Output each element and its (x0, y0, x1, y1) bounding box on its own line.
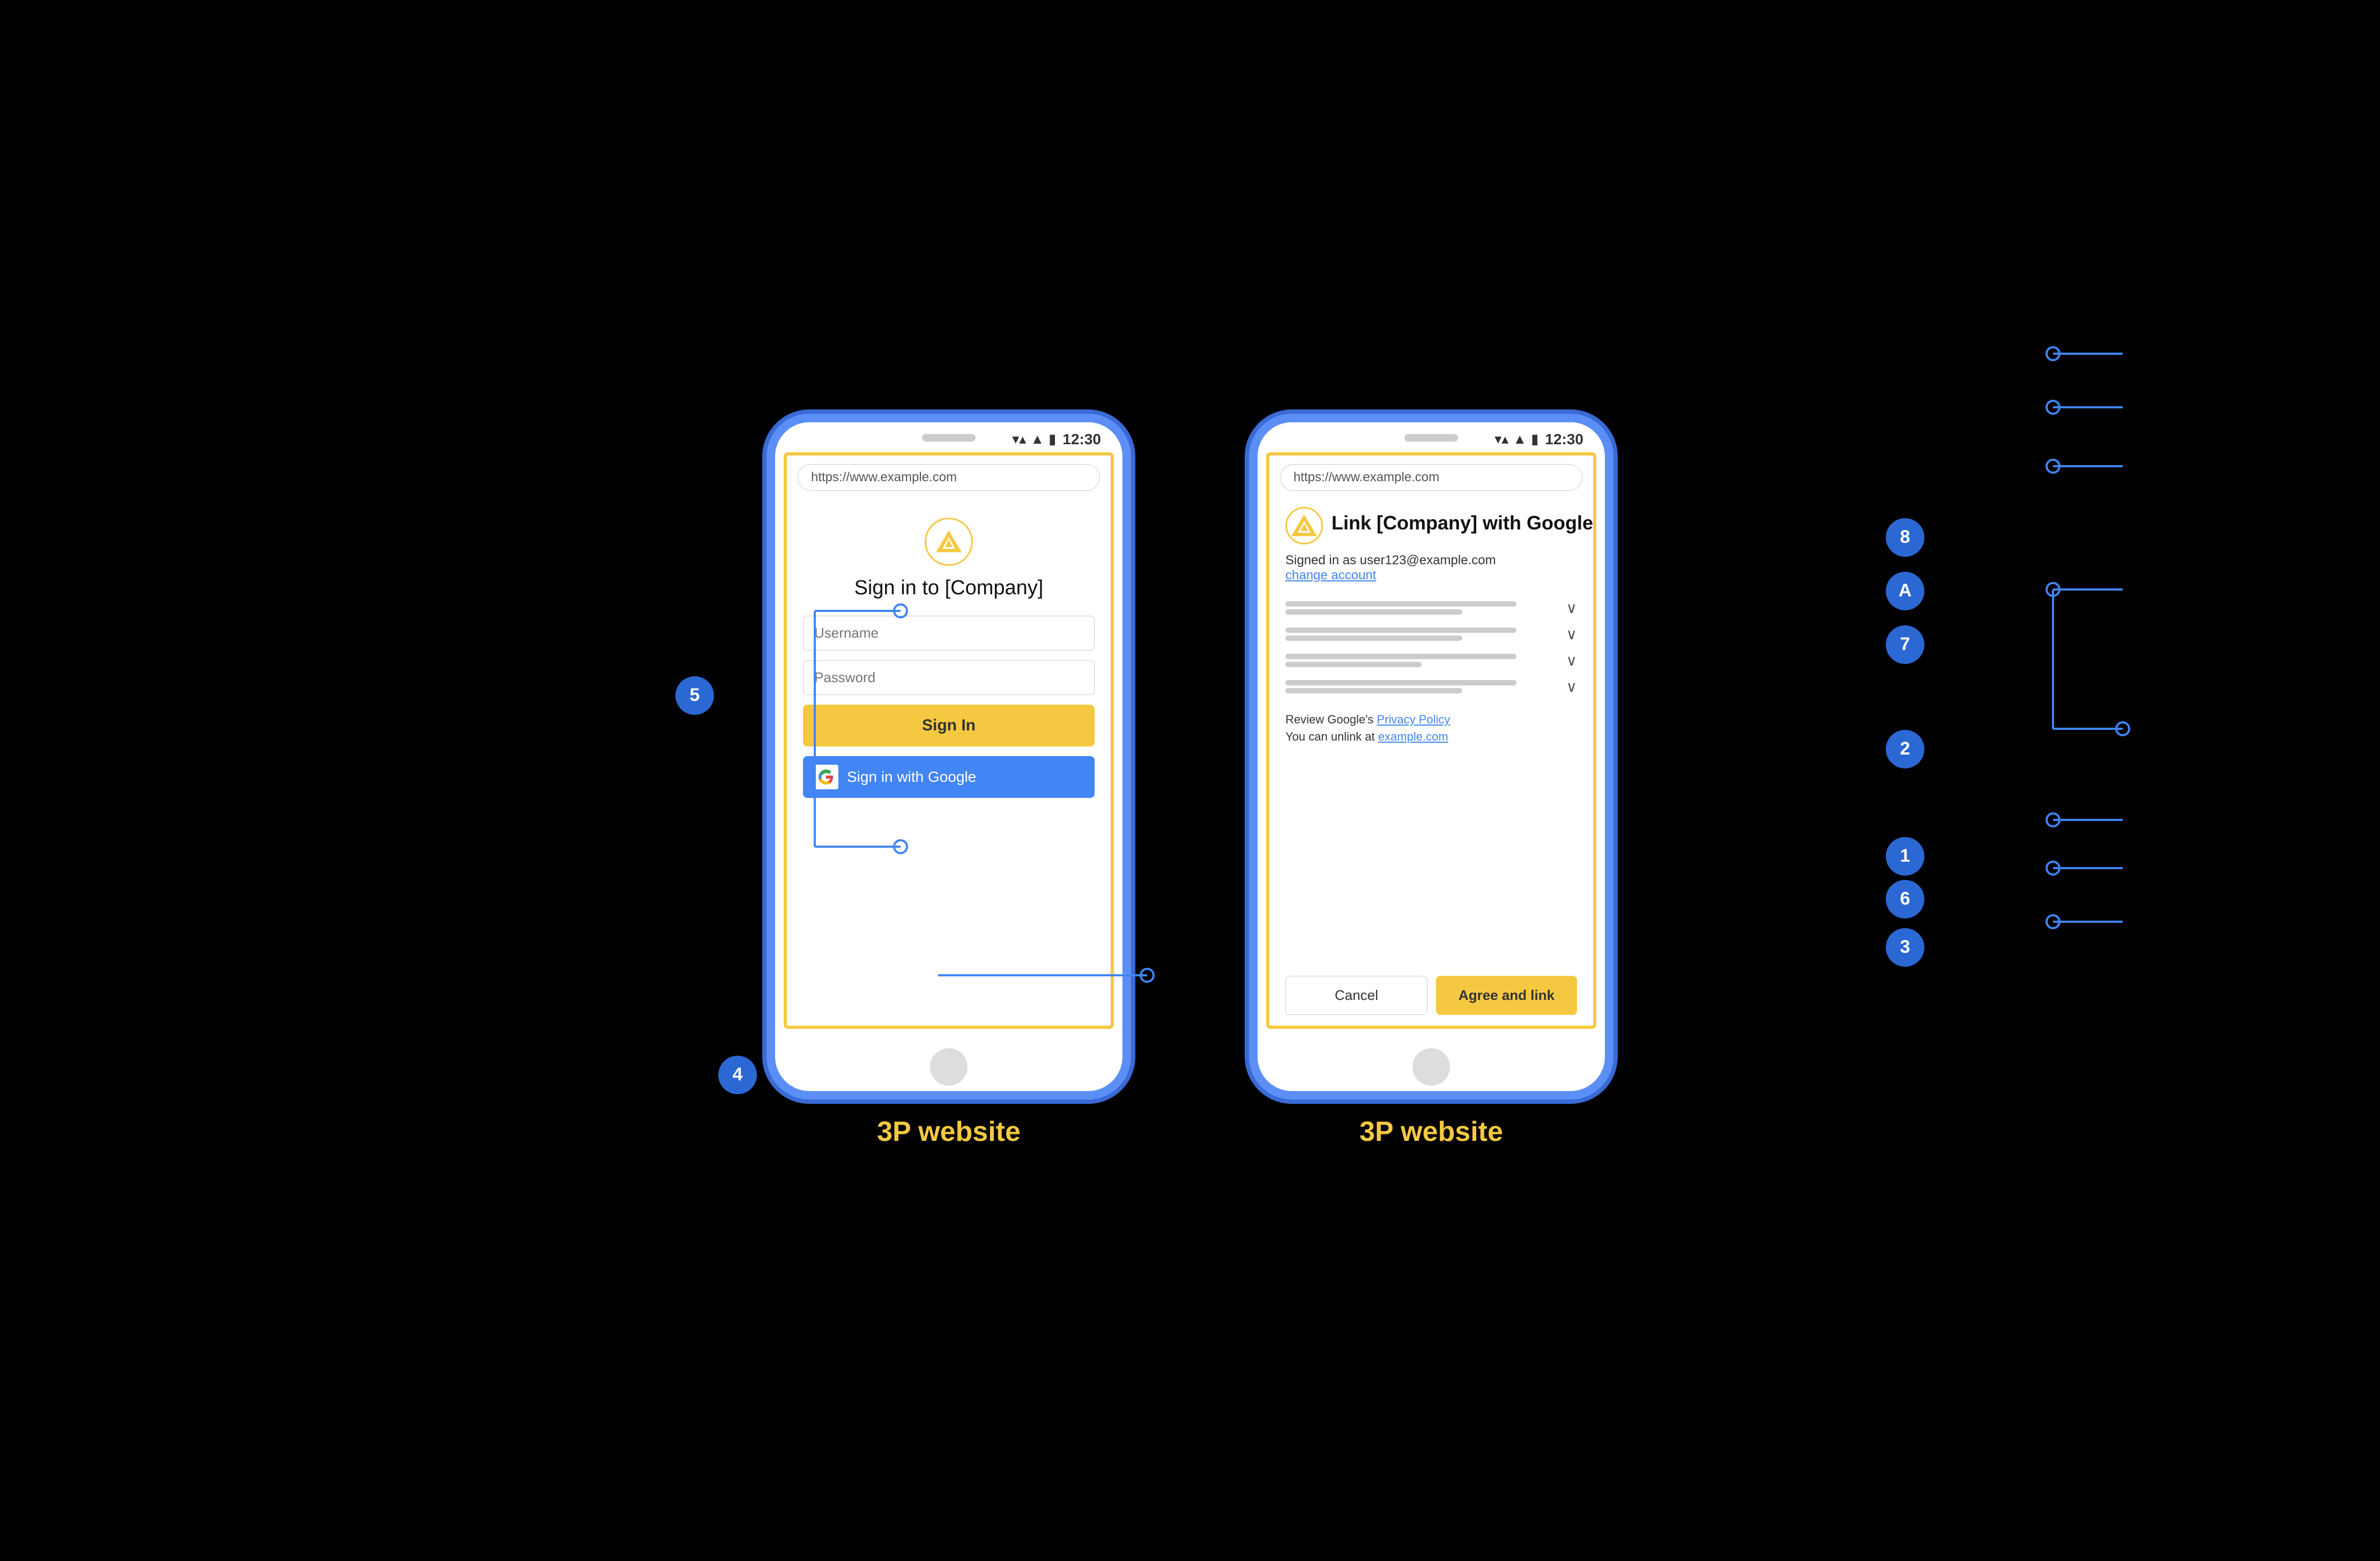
sign-in-button[interactable]: Sign In (803, 705, 1095, 746)
phone2-label: 3P website (1359, 1116, 1503, 1148)
phone2-company-logo (1285, 507, 1323, 544)
perm-line (1285, 680, 1516, 685)
chevron-icon-2[interactable]: ∨ (1566, 625, 1578, 643)
battery-icon2: ▮ (1531, 431, 1538, 447)
unlink-text: You can unlink at example.com (1285, 730, 1577, 744)
perm-line (1285, 662, 1422, 667)
signal-icon2: ▲ (1513, 431, 1527, 447)
permission-lines-4 (1285, 680, 1558, 693)
phone1-title: Sign in to [Company] (803, 577, 1095, 600)
phone1-company-logo (925, 518, 973, 566)
perm-line (1285, 601, 1516, 607)
username-input[interactable] (803, 616, 1095, 651)
permissions-section: ∨ ∨ (1285, 599, 1577, 704)
signal-icon: ▲ (1030, 431, 1044, 447)
phone2-screen: https://www.example.com Link [ (1266, 452, 1596, 1029)
phone2-url-container: https://www.example.com (1269, 455, 1593, 496)
phone1-status-bar: ▾▴ ▲ ▮ 12:30 (775, 422, 1122, 452)
change-account-link[interactable]: change account (1285, 568, 1376, 582)
perm-line (1285, 654, 1516, 659)
permission-row-2: ∨ (1285, 625, 1577, 643)
privacy-text: Review Google's Privacy Policy (1285, 713, 1577, 727)
triangle-logo-icon2 (1291, 512, 1318, 539)
password-input[interactable] (803, 660, 1095, 695)
phone1-screen: https://www.example.com Sign in to [Comp… (784, 452, 1114, 1029)
badge-7: 7 (1886, 625, 1924, 664)
phone2-speaker (1404, 434, 1458, 442)
diagram-container: 5 ▾▴ ▲ ▮ 12:30 https://www (0, 0, 2380, 1561)
phone2-wrapper: 8 A 7 2 1 6 3 ▾▴ ▲ ▮ 12:30 (1249, 414, 1613, 1148)
phone2: ▾▴ ▲ ▮ 12:30 https://www.example.com (1249, 414, 1613, 1100)
badge-5: 5 (675, 676, 714, 715)
badge-6: 6 (1886, 880, 1924, 918)
unlink-prefix: You can unlink at (1285, 730, 1378, 743)
phone1-url-bar: https://www.example.com (798, 464, 1100, 491)
phone1-url-container: https://www.example.com (787, 455, 1111, 496)
phone2-url-bar: https://www.example.com (1280, 464, 1582, 491)
badge-2: 2 (1886, 730, 1924, 768)
permission-lines-1 (1285, 601, 1558, 615)
chevron-icon-4[interactable]: ∨ (1566, 678, 1578, 696)
badge-1: 1 (1886, 837, 1924, 876)
permission-lines-3 (1285, 654, 1558, 667)
phone1: ▾▴ ▲ ▮ 12:30 https://www.example.com (767, 414, 1131, 1100)
perm-line (1285, 636, 1462, 641)
wifi-icon2: ▾▴ (1494, 431, 1508, 447)
permission-row-4: ∨ (1285, 678, 1577, 696)
badge-3: 3 (1886, 928, 1924, 967)
phone1-time: 12:30 (1062, 431, 1101, 448)
action-buttons: Cancel Agree and link (1285, 976, 1577, 1015)
badge-A: A (1886, 572, 1924, 610)
badge-8: 8 (1886, 518, 1924, 557)
perm-line (1285, 688, 1462, 693)
phone2-title: Link [Company] with Google (1332, 512, 1593, 534)
phone1-wrapper: 5 ▾▴ ▲ ▮ 12:30 https://www (767, 414, 1131, 1148)
permission-row-1: ∨ (1285, 599, 1577, 617)
google-sign-in-button[interactable]: Sign in with Google (803, 756, 1095, 798)
phone1-screen-content: Sign in to [Company] Sign In (787, 496, 1111, 1026)
phone1-status-icons: ▾▴ ▲ ▮ (1012, 431, 1056, 447)
permission-lines-2 (1285, 628, 1558, 641)
privacy-prefix: Review Google's (1285, 713, 1377, 726)
phone1-label: 3P website (877, 1116, 1021, 1148)
battery-icon: ▮ (1048, 431, 1056, 447)
phone1-home-button[interactable] (930, 1048, 968, 1086)
phone2-home-button[interactable] (1412, 1048, 1450, 1086)
unlink-link[interactable]: example.com (1378, 730, 1448, 743)
google-icon-box (814, 765, 838, 789)
triangle-logo-icon (935, 528, 962, 555)
cancel-button[interactable]: Cancel (1285, 976, 1427, 1015)
privacy-policy-link[interactable]: Privacy Policy (1377, 713, 1451, 726)
phone2-screen-content: Link [Company] with Google Signed in as … (1269, 496, 1593, 1026)
badge-4: 4 (718, 1056, 757, 1094)
phone2-status-icons: ▾▴ ▲ ▮ (1494, 431, 1538, 447)
phone2-time: 12:30 (1545, 431, 1583, 448)
chevron-icon-1[interactable]: ∨ (1566, 599, 1578, 617)
perm-line (1285, 628, 1516, 633)
google-g-icon (817, 768, 835, 786)
agree-link-button[interactable]: Agree and link (1436, 976, 1577, 1015)
phone2-status-bar: ▾▴ ▲ ▮ 12:30 (1258, 422, 1605, 452)
signed-in-text: Signed in as user123@example.com (1285, 553, 1577, 568)
chevron-icon-3[interactable]: ∨ (1566, 652, 1578, 669)
google-sign-in-label: Sign in with Google (847, 768, 976, 786)
permission-row-3: ∨ (1285, 652, 1577, 669)
wifi-icon: ▾▴ (1012, 431, 1026, 447)
phones-row: 5 ▾▴ ▲ ▮ 12:30 https://www (767, 414, 1613, 1148)
phone1-speaker (922, 434, 976, 442)
perm-line (1285, 609, 1462, 615)
